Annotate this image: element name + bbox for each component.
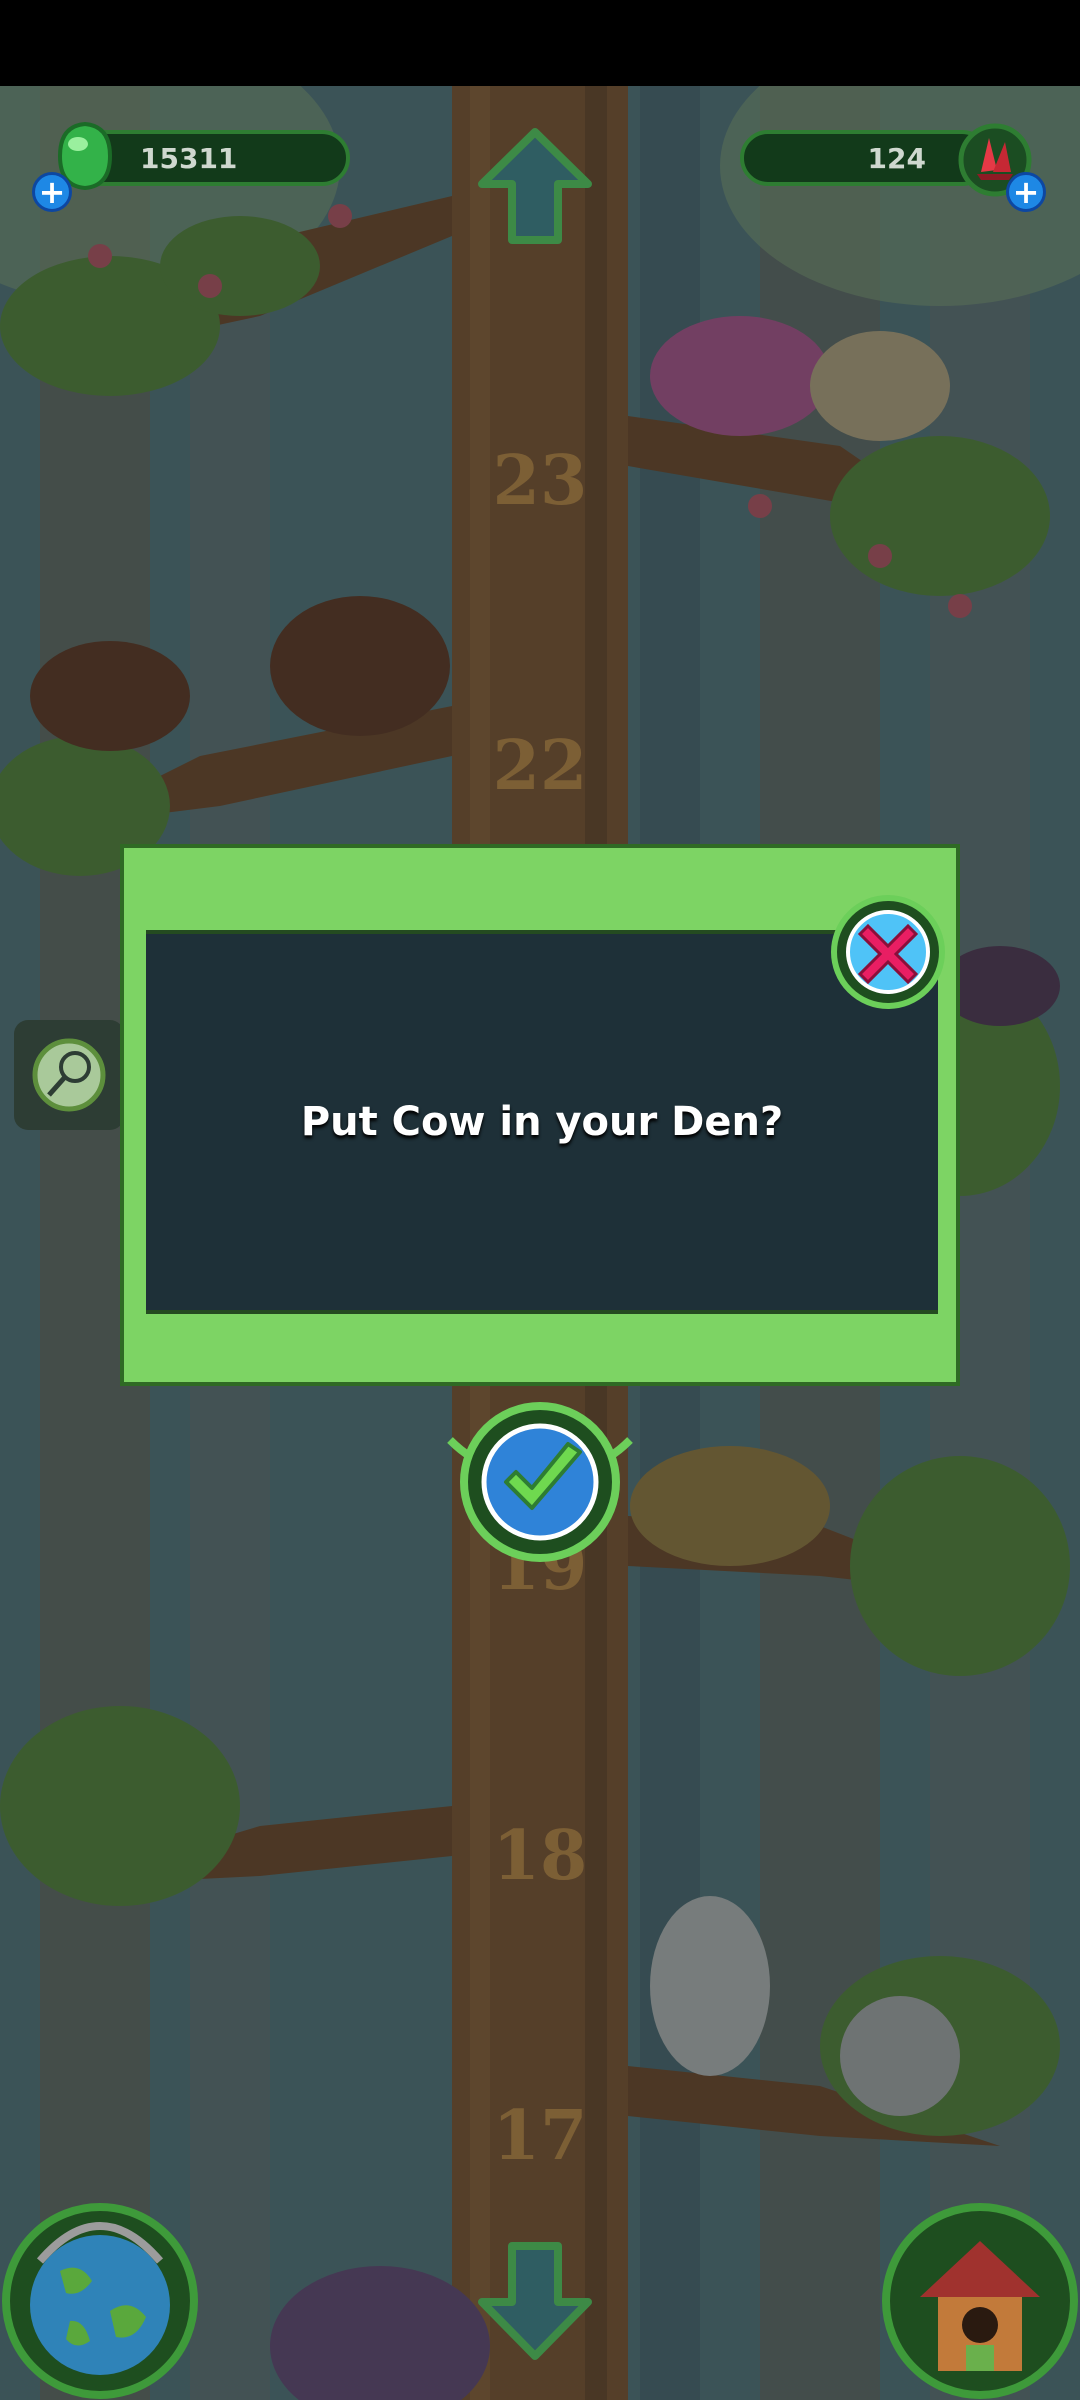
- close-button[interactable]: [828, 892, 948, 1012]
- dialog-body: Put Cow in your Den?: [146, 930, 938, 1314]
- gem-count: 124: [867, 141, 926, 175]
- down-arrow-icon[interactable]: [470, 2236, 600, 2366]
- dialog-message: Put Cow in your Den?: [300, 1099, 784, 1145]
- level-number: 17: [492, 2096, 588, 2176]
- globe-button[interactable]: [0, 2201, 200, 2400]
- level-number: 18: [492, 1816, 588, 1896]
- gem-counter: 124: [740, 130, 990, 186]
- level-number: 22: [492, 726, 588, 806]
- add-gems-button[interactable]: +: [1006, 172, 1046, 212]
- confirm-button[interactable]: [440, 1400, 640, 1570]
- status-bar: [0, 0, 1080, 86]
- add-coins-button[interactable]: +: [32, 172, 72, 212]
- level-number: 23: [492, 441, 588, 521]
- coin-count: 15311: [140, 141, 238, 175]
- den-house-icon[interactable]: [880, 2201, 1080, 2400]
- net-icon: [32, 1038, 106, 1112]
- net-button[interactable]: [14, 1020, 124, 1130]
- up-arrow-icon[interactable]: [470, 122, 600, 252]
